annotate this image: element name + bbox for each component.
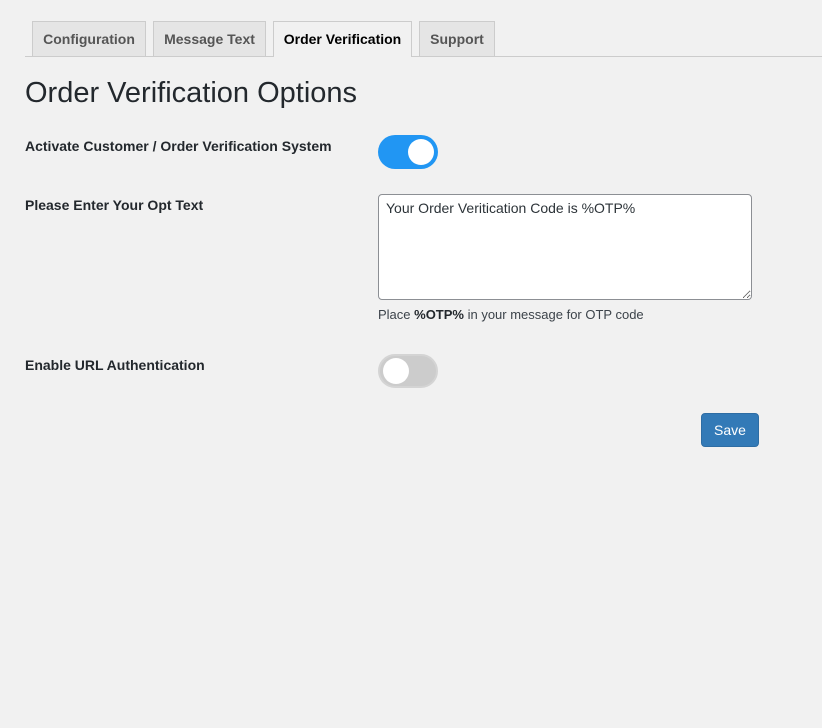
otp-text-input[interactable]: Your Order Veritication Code is %OTP% [378, 194, 752, 300]
url-authentication-label: Enable URL Authentication [25, 357, 205, 373]
tab-message-text[interactable]: Message Text [153, 21, 266, 56]
url-authentication-toggle[interactable] [378, 354, 438, 388]
tab-configuration[interactable]: Configuration [32, 21, 146, 56]
tab-order-verification[interactable]: Order Verification [273, 21, 412, 57]
save-button[interactable]: Save [701, 413, 759, 447]
otp-text-label: Please Enter Your Opt Text [25, 197, 204, 213]
settings-page: Configuration Message Text Order Verific… [0, 0, 822, 728]
otp-hint: Place %OTP% in your message for OTP code [378, 306, 644, 324]
tab-bar: Configuration Message Text Order Verific… [25, 21, 822, 57]
page-title: Order Verification Options [25, 77, 358, 109]
otp-hint-prefix: Place [378, 307, 415, 322]
toggle-knob [408, 139, 434, 165]
otp-hint-suffix: in your message for OTP code [463, 307, 644, 322]
activate-verification-label: Activate Customer / Order Verification S… [25, 138, 332, 154]
tab-support[interactable]: Support [419, 21, 495, 56]
activate-verification-toggle[interactable] [378, 135, 438, 169]
otp-hint-token: %OTP% [414, 307, 464, 322]
toggle-knob [383, 358, 409, 384]
